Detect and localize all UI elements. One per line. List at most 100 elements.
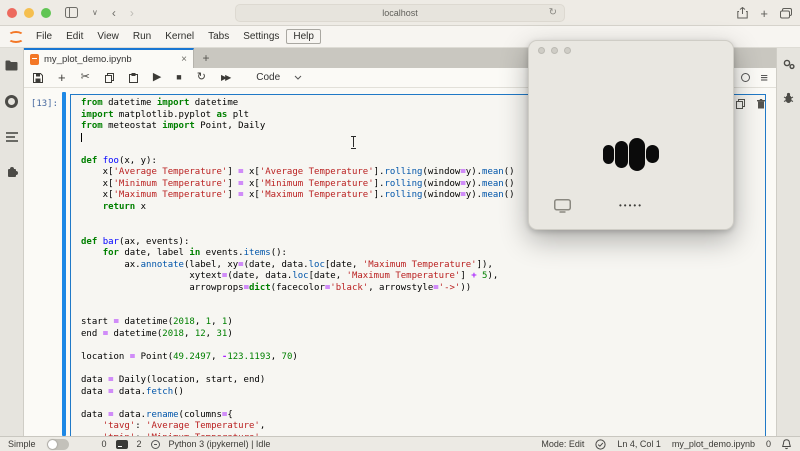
left-sidebar [0,48,24,436]
tab-close-icon[interactable]: × [181,54,187,65]
right-sidebar [776,48,800,436]
share-icon[interactable] [737,7,749,19]
text-cursor-pointer [350,136,357,149]
code-line[interactable] [81,294,765,306]
window-footer: ••••• [529,197,733,217]
tab-title: my_plot_demo.ipynb [44,53,132,65]
inactive-close-icon[interactable] [538,47,545,54]
cell-execution-prompt: [13]: [30,99,58,109]
code-line[interactable]: location = Point(49.2497, -123.1193, 70) [81,352,765,364]
file-browser-icon[interactable] [5,60,18,71]
menu-kernel[interactable]: Kernel [158,29,201,44]
restart-run-all-icon[interactable]: ▶▶ [221,73,231,82]
notifications-bell-icon[interactable] [782,438,791,450]
code-line[interactable]: start = datetime(2018, 1, 1) [81,317,765,329]
kernel-count: 2 [136,439,142,449]
cell-toolbar [736,99,765,109]
chevron-down-icon [294,75,302,80]
active-cell-indicator[interactable] [62,92,66,436]
sidebar-chevron-icon[interactable]: ∨ [92,8,98,17]
waveform [529,119,733,189]
jupyter-logo-icon [7,30,24,43]
new-tab-button[interactable]: + [760,6,768,21]
reload-icon[interactable]: ↻ [549,7,557,18]
new-launcher-button[interactable]: + [194,48,218,68]
back-button[interactable]: ‹ [112,7,116,19]
code-line[interactable]: 'tavg': 'Average Temperature', [81,421,765,433]
toolbar-menu-icon[interactable]: ≡ [760,70,768,85]
waveform-bar [615,140,628,168]
inactive-zoom-icon[interactable] [564,47,571,54]
stop-kernel-icon[interactable]: ■ [176,73,181,82]
code-line[interactable]: arrowprops=dict(facecolor='black', arrow… [81,283,765,295]
terminal-count: 0 [101,439,107,449]
notebook-file-icon [30,53,39,65]
menu-view[interactable]: View [90,29,126,44]
window-controls [538,47,571,54]
code-line[interactable]: data = Daily(location, start, end) [81,375,765,387]
browser-chrome: ∨ ‹ › localhost ↻ + [0,0,800,26]
run-cell-icon[interactable]: ▶ [153,72,161,83]
menu-run[interactable]: Run [126,29,158,44]
kernel-status-icon[interactable] [741,73,751,82]
code-line[interactable]: end = datetime(2018, 12, 31) [81,329,765,341]
zoom-window-button[interactable] [41,7,51,18]
tab-overview-icon[interactable] [780,7,792,19]
waveform-bar [603,144,614,164]
code-line[interactable] [81,306,765,318]
notebook-tab[interactable]: my_plot_demo.ipynb × [24,48,194,68]
save-icon[interactable] [33,72,43,83]
cursor-position[interactable]: Ln 4, Col 1 [617,439,661,449]
simple-mode-toggle[interactable] [46,438,69,450]
duplicate-cell-icon[interactable] [736,99,745,109]
running-kernels-icon[interactable] [5,95,18,108]
property-inspector-icon[interactable] [783,58,795,70]
add-cell-icon[interactable]: + [58,71,66,84]
code-line[interactable] [81,398,765,410]
screen: ∨ ‹ › localhost ↻ + File Edit View Run K… [0,0,800,451]
kernel-sessions-icon[interactable] [150,439,160,449]
terminal-icon[interactable] [115,439,128,449]
code-line[interactable] [81,364,765,376]
code-line[interactable]: data = data.fetch() [81,387,765,399]
copy-cell-icon[interactable] [104,72,114,83]
forward-button[interactable]: › [130,7,134,19]
code-line[interactable] [81,340,765,352]
code-line[interactable]: xytext=(date, data.loc[date, 'Maximum Te… [81,271,765,283]
table-of-contents-icon[interactable] [5,132,18,142]
waveform-bar [646,145,659,163]
simple-mode-label: Simple [8,439,36,449]
code-line[interactable]: ax.annotate(label, xy=(date, data.loc[da… [81,260,765,272]
extension-manager-icon[interactable] [6,166,18,178]
minimize-window-button[interactable] [24,7,34,18]
page-dots: ••••• [618,201,643,210]
waveform-bar [629,137,645,171]
notification-count: 0 [765,439,771,449]
status-bar: Simple 0 2 Python 3 (ipykernel) | Idle M… [0,436,800,451]
menu-settings[interactable]: Settings [236,29,286,44]
url-bar[interactable]: localhost ↻ [235,4,565,22]
inactive-minimize-icon[interactable] [551,47,558,54]
code-line[interactable]: data = data.rename(columns={ [81,410,765,422]
code-line[interactable]: def bar(ax, events): [81,237,765,249]
code-line[interactable]: for date, label in events.items(): [81,248,765,260]
url-text: localhost [382,8,418,18]
menu-edit[interactable]: Edit [59,29,90,44]
floating-window[interactable]: ••••• [528,40,734,230]
menu-help[interactable]: Help [286,29,321,44]
saved-check-icon [595,438,606,450]
close-window-button[interactable] [7,7,17,18]
menu-file[interactable]: File [29,29,59,44]
mode-indicator[interactable]: Mode: Edit [541,439,584,449]
paste-cell-icon[interactable] [128,72,138,83]
restart-kernel-icon[interactable]: ↻ [197,72,206,83]
statusbar-filename: my_plot_demo.ipynb [671,439,755,449]
cell-type-dropdown[interactable]: Code [256,72,302,83]
debugger-bug-icon[interactable] [783,92,794,104]
sidebar-toggle-icon[interactable] [65,7,78,18]
cut-cell-icon[interactable]: ✂ [81,72,90,83]
menu-tabs[interactable]: Tabs [201,29,236,44]
text-caret [81,132,82,142]
delete-cell-icon[interactable] [757,99,765,109]
kernel-status-text[interactable]: Python 3 (ipykernel) | Idle [169,439,271,449]
